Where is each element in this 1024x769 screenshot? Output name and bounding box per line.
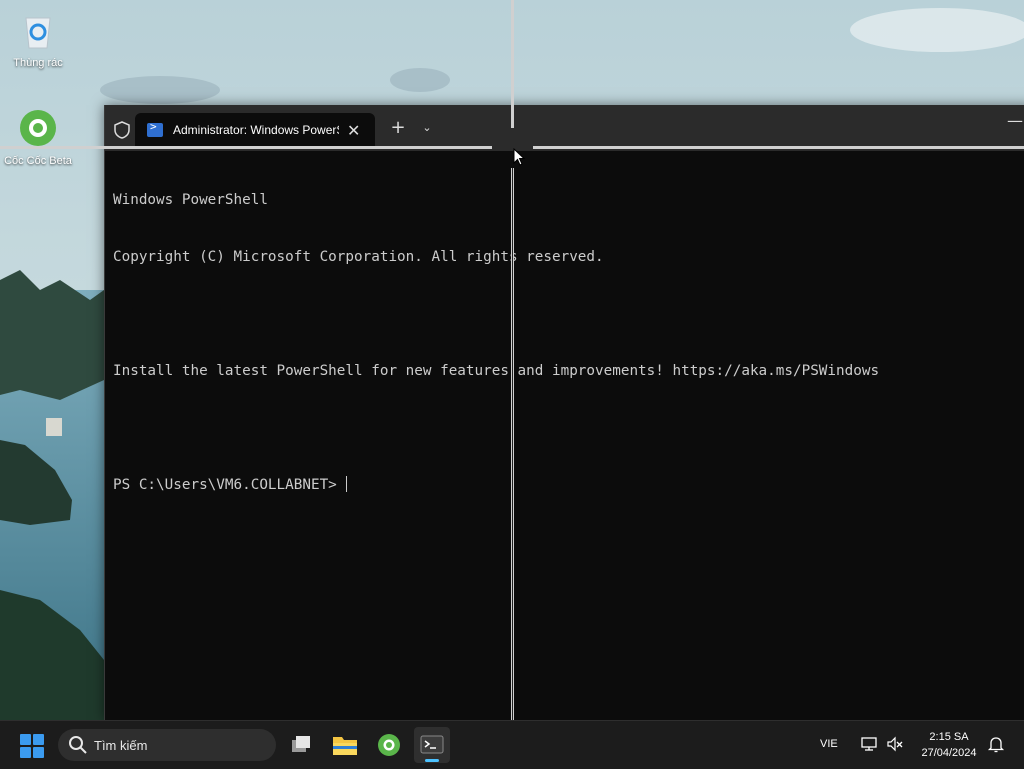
search-placeholder: Tìm kiếm (94, 737, 148, 753)
terminal-icon (420, 735, 444, 754)
windows-terminal-window[interactable]: Administrator: Windows PowerShell ✕ + ⌄ … (104, 105, 1024, 720)
recycle-bin-shortcut[interactable]: Thùng rác (0, 10, 76, 69)
task-view-button[interactable] (283, 727, 319, 763)
windows-logo-icon (33, 734, 44, 745)
taskbar: Tìm kiếm VIE 2:15 SA 27/04/2024 (0, 720, 1024, 769)
language-indicator[interactable]: VIE (820, 738, 838, 750)
file-explorer-button[interactable] (327, 727, 363, 763)
coccoc-browser-icon (378, 734, 400, 756)
snap-guide-horizontal-left (0, 146, 492, 149)
console-prompt: PS C:\Users\VM6.COLLABNET> (113, 477, 346, 493)
windows-logo-icon (20, 747, 31, 758)
system-clock[interactable]: 2:15 SA 27/04/2024 (914, 729, 984, 761)
coccoc-browser-icon (20, 110, 56, 146)
snap-guide-vertical-top (511, 0, 514, 128)
recycle-bin-icon (25, 17, 51, 49)
mouse-pointer-icon (513, 148, 525, 166)
snap-guide-vertical-bottom-core (512, 168, 513, 768)
minimize-button[interactable]: — (1007, 111, 1023, 130)
task-view-icon (292, 736, 310, 752)
notification-bell-icon[interactable] (987, 735, 1005, 753)
console-line: Windows PowerShell (113, 192, 268, 208)
tab-title: Administrator: Windows PowerShell (173, 123, 339, 137)
clock-time: 2:15 SA (929, 731, 969, 743)
windows-logo-icon (20, 734, 31, 745)
new-tab-button[interactable]: + (387, 117, 409, 139)
recycle-bin-label: Thùng rác (13, 57, 63, 69)
clock-date: 27/04/2024 (921, 747, 977, 759)
coccoc-taskbar-button[interactable] (371, 727, 407, 763)
console-line: Copyright (C) Microsoft Corporation. All… (113, 249, 604, 265)
powershell-icon (147, 120, 163, 137)
tab-powershell[interactable]: Administrator: Windows PowerShell ✕ (135, 113, 375, 147)
search-icon (69, 736, 87, 754)
windows-logo-icon (33, 747, 44, 758)
text-cursor (346, 476, 348, 492)
taskbar-search[interactable]: Tìm kiếm (58, 729, 276, 761)
close-tab-icon[interactable]: ✕ (347, 121, 360, 140)
console-output[interactable]: Windows PowerShell Copyright (C) Microso… (113, 153, 1024, 720)
snap-guide-horizontal-right (533, 146, 1024, 149)
volume-muted-icon[interactable] (886, 735, 904, 753)
terminal-titlebar[interactable]: Administrator: Windows PowerShell ✕ + ⌄ … (105, 105, 1024, 151)
folder-icon (333, 737, 357, 755)
active-app-indicator (425, 759, 439, 762)
coccoc-beta-shortcut[interactable]: Cốc Cốc Beta (0, 108, 76, 167)
tab-dropdown-icon[interactable]: ⌄ (417, 117, 437, 139)
console-prompt-row[interactable]: PS C:\Users\VM6.COLLABNET> (113, 476, 1024, 495)
admin-shield-icon (114, 121, 130, 139)
network-icon[interactable] (860, 735, 878, 753)
start-button[interactable] (20, 734, 44, 758)
coccoc-beta-label: Cốc Cốc Beta (4, 155, 72, 167)
terminal-taskbar-button[interactable] (414, 727, 450, 763)
console-line: Install the latest PowerShell for new fe… (113, 363, 880, 379)
